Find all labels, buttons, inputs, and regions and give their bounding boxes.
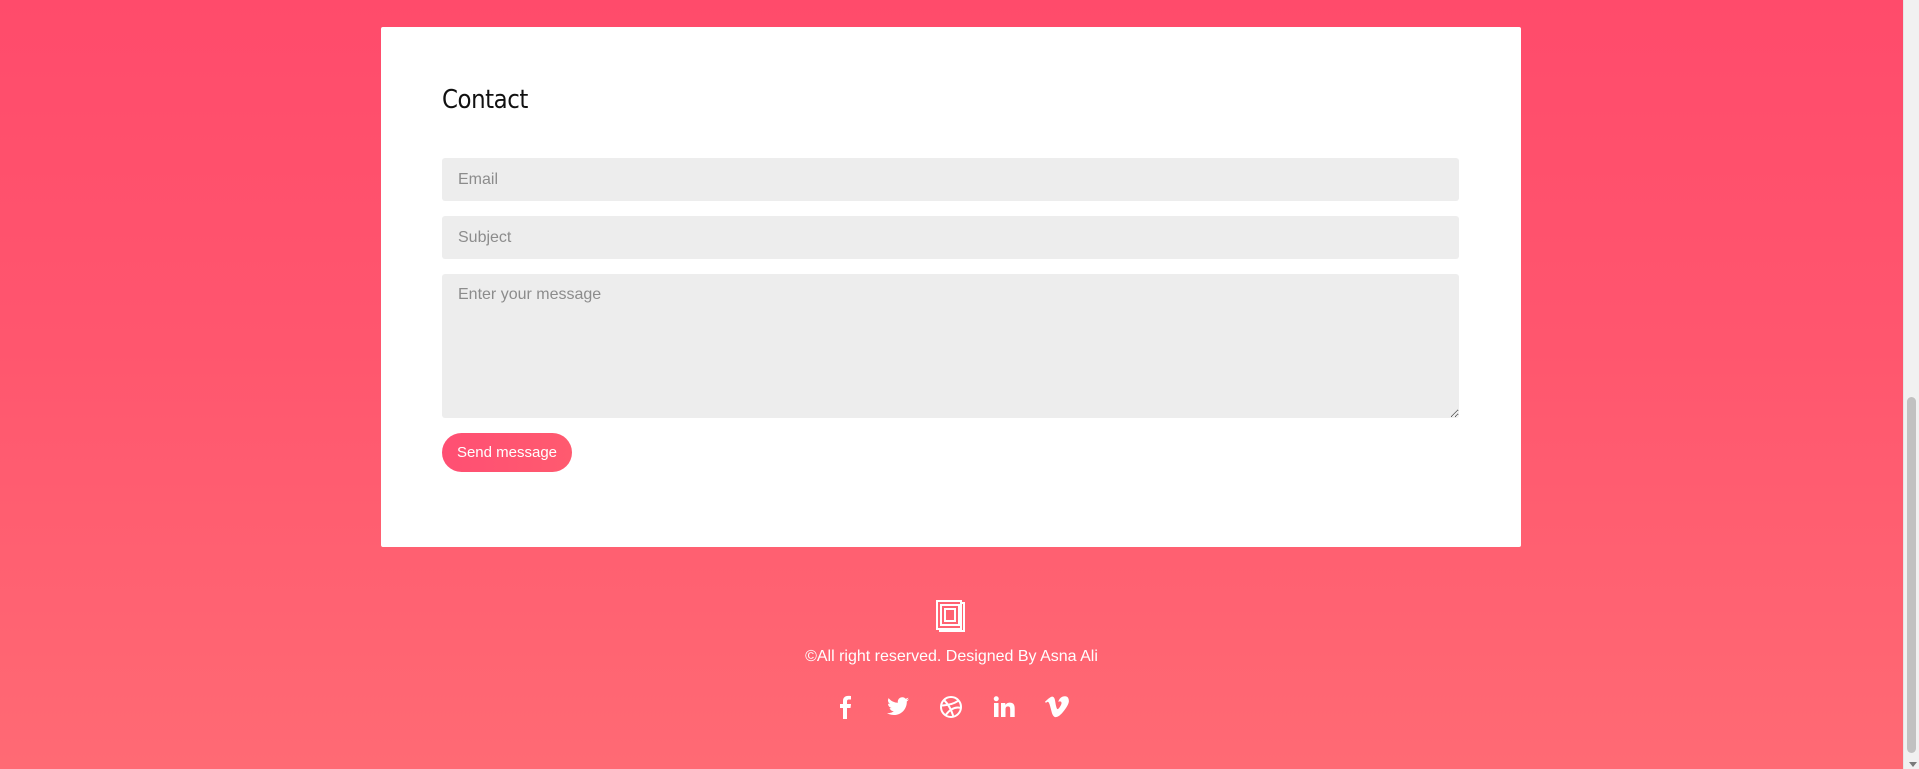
dribbble-icon[interactable] <box>938 694 964 720</box>
email-field[interactable] <box>442 158 1459 201</box>
contact-card: Contact Send message <box>381 27 1521 547</box>
linkedin-icon[interactable] <box>991 694 1017 720</box>
book-icon <box>933 598 967 632</box>
vimeo-icon[interactable] <box>1044 694 1070 720</box>
message-field[interactable] <box>442 274 1459 418</box>
subject-field[interactable] <box>442 216 1459 259</box>
twitter-icon[interactable] <box>885 694 911 720</box>
facebook-icon[interactable] <box>832 694 858 720</box>
send-message-button[interactable]: Send message <box>442 433 572 472</box>
page: Contact Send message ©All right reserved… <box>0 0 1903 769</box>
scrollbar-thumb[interactable] <box>1907 397 1916 753</box>
vertical-scrollbar[interactable] <box>1903 0 1919 769</box>
scroll-down-icon[interactable] <box>1909 762 1917 767</box>
social-links <box>0 694 1903 722</box>
contact-title: Contact <box>442 85 528 115</box>
copyright-text: ©All right reserved. Designed By Asna Al… <box>805 648 1098 665</box>
